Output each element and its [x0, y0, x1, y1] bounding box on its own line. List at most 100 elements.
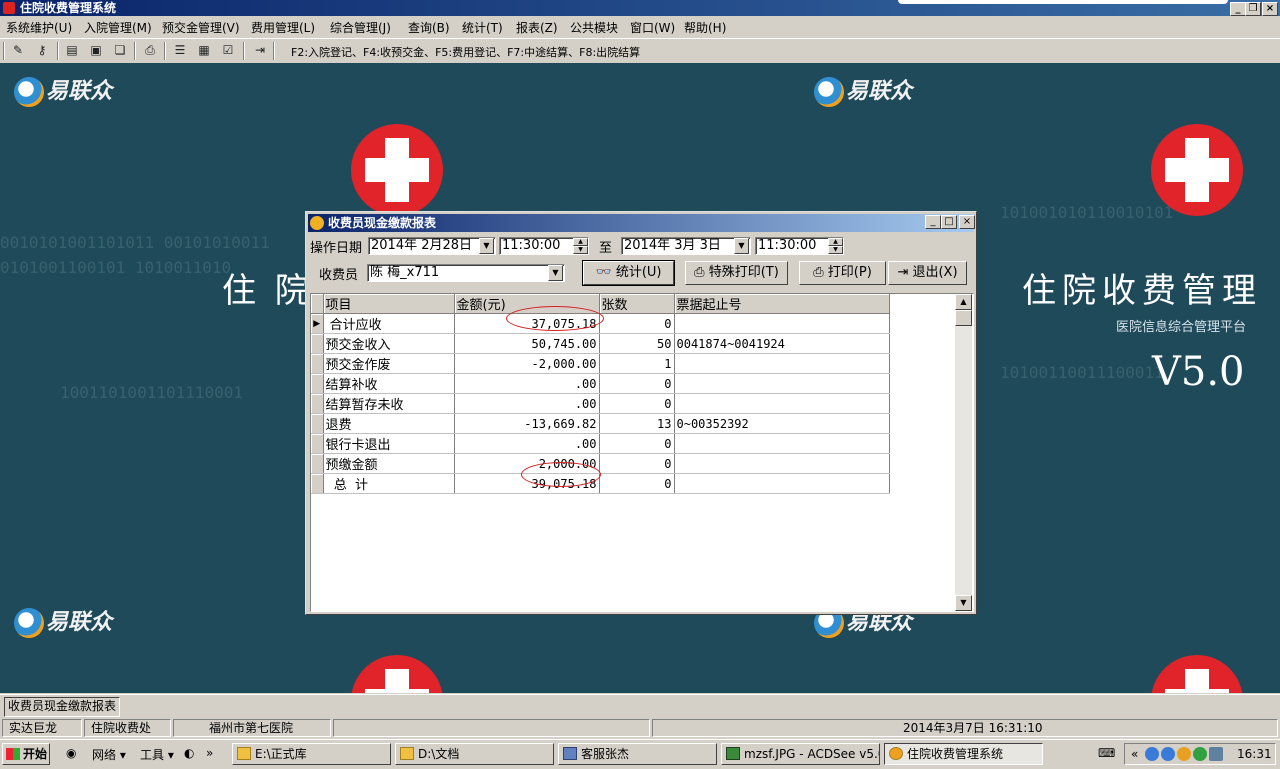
toolbar-separator — [164, 42, 166, 60]
time-from-spinner[interactable]: ▲ ▼ — [573, 238, 588, 254]
background-title: 住院收费管理 — [1022, 271, 1262, 311]
restore-button[interactable]: ❐ — [1245, 2, 1261, 16]
ie-icon[interactable]: ◉ — [66, 746, 76, 760]
menu-stats[interactable]: 统计(T) — [462, 19, 503, 36]
start-button[interactable]: 开始 — [2, 743, 50, 765]
user-switch-icon[interactable]: ✎ — [10, 43, 26, 58]
print-button[interactable]: ⎙ 打印(P) — [799, 261, 886, 285]
cell-count: 0 — [599, 473, 675, 494]
stat-button[interactable]: 👓 统计(U) — [582, 260, 675, 286]
toolbar-overflow-button[interactable]: » — [206, 746, 213, 760]
cell-count: 0 — [599, 433, 675, 454]
cell-item: 退费 — [323, 413, 455, 434]
row-indicator — [311, 473, 324, 494]
company-logo: 易联众 — [814, 73, 912, 107]
task-folder-d[interactable]: D:\文档 — [395, 743, 554, 765]
report-maximize-button[interactable]: □ — [941, 215, 957, 229]
mdi-tab-cash-report[interactable]: 收费员现金缴款报表 — [4, 697, 121, 717]
tools-toolbar[interactable]: 工具 ▾ — [140, 746, 174, 763]
qq-icon[interactable] — [1177, 747, 1191, 761]
tray-expand-button[interactable]: « — [1131, 744, 1138, 764]
report-close-button[interactable]: × — [959, 215, 975, 229]
menu-deposit[interactable]: 预交金管理(V) — [162, 19, 240, 36]
table-row[interactable]: 结算暂存未收 .00 0 — [311, 393, 890, 414]
company-logo: 易联众 — [14, 604, 112, 638]
chevron-down-icon[interactable]: ▼ — [479, 238, 494, 254]
toolbar-separator — [243, 42, 245, 60]
tray-app-icon[interactable] — [1161, 747, 1175, 761]
cell-item: 预交金作废 — [323, 353, 455, 374]
tray-app-icon[interactable] — [1145, 747, 1159, 761]
chevron-down-icon[interactable]: ▼ — [548, 265, 563, 281]
status-empty — [333, 719, 650, 737]
cell-count: 0 — [599, 453, 675, 474]
column-header-count[interactable]: 张数 — [599, 294, 675, 314]
menu-admission[interactable]: 入院管理(M) — [84, 19, 152, 36]
form-icon[interactable]: ▦ — [196, 43, 212, 58]
table-row[interactable]: 退费 -13,669.82 13 0~00352392 — [311, 413, 890, 434]
scroll-up-icon[interactable]: ▲ — [955, 294, 972, 310]
report-grid[interactable]: 项目 金额(元) 张数 票据起止号 ▶ 合计应收 37,075.18 0 预交金… — [310, 293, 974, 612]
table-row[interactable]: 结算补收 .00 0 — [311, 373, 890, 394]
cashier-select[interactable]: 陈 梅_x711 — [367, 264, 565, 282]
menu-query[interactable]: 查询(B) — [408, 19, 450, 36]
task-acdsee[interactable]: mzsf.JPG - ACDSee v5.0 — [721, 743, 880, 765]
monitor-icon[interactable] — [1209, 747, 1223, 761]
shield-icon[interactable] — [1193, 747, 1207, 761]
menu-fees[interactable]: 费用管理(L) — [251, 19, 315, 36]
cell-item: 总 计 — [323, 473, 455, 494]
task-chat[interactable]: 客服张杰 — [558, 743, 717, 765]
menu-system[interactable]: 系统维护(U) — [6, 19, 72, 36]
table-row[interactable]: 预交金收入 50,745.00 50 0041874~0041924 — [311, 333, 890, 354]
menu-common[interactable]: 公共模块 — [570, 19, 618, 36]
keyboard-icon[interactable]: ⌨ — [1098, 746, 1115, 760]
key-icon[interactable]: ⚷ — [34, 43, 50, 58]
column-header-ticket-range[interactable]: 票据起止号 — [674, 294, 890, 314]
menu-window[interactable]: 窗口(W) — [630, 19, 675, 36]
network-toolbar[interactable]: 网络 ▾ — [92, 746, 126, 763]
windows-flag-icon — [6, 748, 20, 760]
globe-icon[interactable]: ◐ — [184, 746, 194, 760]
scroll-thumb[interactable] — [955, 310, 972, 326]
status-department: 住院收费处 — [84, 719, 171, 737]
report-minimize-button[interactable]: _ — [925, 215, 941, 229]
menu-reports[interactable]: 报表(Z) — [516, 19, 558, 36]
printer-icon: ⎙ — [813, 265, 824, 280]
chat-icon — [563, 747, 577, 760]
task-folder-e[interactable]: E:\正式库 — [232, 743, 391, 765]
cell-amount: -2,000.00 — [454, 353, 600, 374]
exit-door-icon[interactable]: ⇥ — [252, 43, 268, 58]
document-icon[interactable]: ▤ — [64, 43, 80, 58]
time-to-spinner[interactable]: ▲ ▼ — [828, 238, 843, 254]
grid-scrollbar[interactable]: ▲ ▼ — [955, 294, 972, 611]
menu-general[interactable]: 综合管理(J) — [330, 19, 391, 36]
task-hospital-system[interactable]: 住院收费管理系统 — [884, 743, 1043, 765]
date-from-picker[interactable]: 2014年 2月28日 — [368, 237, 496, 255]
tray-clock: 16:31 — [1237, 747, 1272, 761]
cell-item: 预缴金额 — [323, 453, 455, 474]
mdi-tab-strip: 收费员现金缴款报表 — [0, 694, 1280, 717]
binary-decoration: 10100110011100011 — [1000, 363, 1164, 382]
exit-button[interactable]: ⇥ 退出(X) — [888, 261, 967, 285]
column-header-item[interactable]: 项目 — [323, 294, 455, 314]
settings-icon[interactable]: ☰ — [172, 43, 188, 58]
checklist-icon[interactable]: ☑ — [220, 43, 236, 58]
close-button[interactable]: × — [1262, 2, 1278, 16]
minimize-button[interactable]: _ — [1230, 2, 1246, 16]
special-print-button[interactable]: ⎙ 特殊打印(T) — [685, 261, 788, 285]
table-row[interactable]: 预缴金额 2,000.00 0 — [311, 453, 890, 474]
app-icon — [889, 747, 903, 760]
chevron-down-icon[interactable]: ▼ — [734, 238, 749, 254]
red-cross-icon — [351, 655, 443, 693]
date-to-picker[interactable]: 2014年 3月 3日 — [621, 237, 751, 255]
app-icon — [3, 2, 15, 14]
binary-decoration: 0101001100101 1010011010 — [0, 258, 232, 277]
preview-icon[interactable]: ▣ — [88, 43, 104, 58]
scroll-down-icon[interactable]: ▼ — [955, 595, 972, 611]
table-row[interactable]: 银行卡退出 .00 0 — [311, 433, 890, 454]
menu-help[interactable]: 帮助(H) — [684, 19, 726, 36]
binary-decoration: 0010101001101011 00101010011 — [0, 233, 270, 252]
printer-icon[interactable]: ⎙ — [142, 43, 158, 58]
table-row[interactable]: 预交金作废 -2,000.00 1 — [311, 353, 890, 374]
copy-icon[interactable]: ❏ — [112, 43, 128, 58]
